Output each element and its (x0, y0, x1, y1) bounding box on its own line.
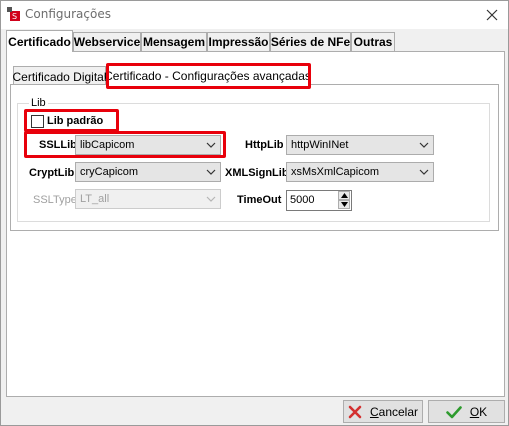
app-icon: S (7, 7, 20, 21)
tab-webservice[interactable]: Webservice (73, 32, 141, 51)
lib-padrao-checkbox[interactable] (31, 115, 44, 128)
chevron-down-icon (419, 142, 429, 148)
timeout-value: 5000 (290, 194, 315, 206)
svg-text:S: S (12, 12, 17, 21)
close-icon (486, 9, 498, 21)
tab-mensagem[interactable]: Mensagem (141, 32, 207, 51)
xmlsignlib-select[interactable]: xsMsXmlCapicom (286, 162, 434, 182)
cryptlib-label: CryptLib (29, 167, 75, 179)
chevron-down-icon (206, 196, 216, 202)
spin-down-button[interactable] (338, 200, 350, 209)
timeout-spinner[interactable]: 5000 (286, 190, 352, 211)
cryptlib-value: cryCapicom (80, 166, 139, 178)
spin-down-icon (340, 202, 348, 207)
tab-certificado[interactable]: Certificado (6, 30, 73, 52)
timeout-label: TimeOut (237, 194, 282, 206)
close-button[interactable] (477, 3, 507, 27)
chevron-down-icon (419, 169, 429, 175)
spin-up-icon (340, 193, 348, 198)
cryptlib-select[interactable]: cryCapicom (75, 162, 221, 182)
tab-outras[interactable]: Outras (351, 32, 395, 51)
httplib-label: HttpLib (245, 139, 284, 151)
ok-label-mnemonic: O (469, 404, 480, 419)
tab-certificado-digital[interactable]: Certificado Digital (12, 66, 107, 86)
ssllib-value: libCapicom (80, 139, 135, 151)
ssllib-select[interactable]: libCapicom (75, 135, 221, 155)
ok-button[interactable]: OK (428, 400, 505, 423)
xmlsignlib-label: XMLSignLib (225, 167, 289, 179)
ssltype-label: SSLType (33, 194, 77, 206)
tab-impressao[interactable]: Impressão (207, 32, 270, 51)
ssltype-select: LT_all (75, 189, 221, 209)
xmlsignlib-value: xsMsXmlCapicom (291, 166, 380, 178)
ok-label-rest: K (479, 404, 488, 419)
ssllib-label: SSLLib (39, 139, 77, 151)
tab-series-nfe[interactable]: Séries de NFe (270, 32, 351, 51)
lib-padrao-label: Lib padrão (47, 115, 104, 127)
title-bar: S Configurações (1, 1, 508, 29)
cancel-x-icon (348, 405, 362, 418)
cancel-label-rest: ancelar (378, 404, 419, 419)
cancel-button[interactable]: Cancelar (343, 400, 423, 423)
configuracoes-window: S Configurações Certificado Webservice M… (0, 0, 509, 426)
ssltype-value: LT_all (80, 193, 110, 205)
chevron-down-icon (206, 169, 216, 175)
httplib-value: httpWinINet (291, 139, 349, 151)
spin-up-button[interactable] (338, 191, 350, 200)
ok-check-icon (446, 405, 462, 418)
chevron-down-icon (206, 142, 216, 148)
window-title: Configurações (25, 7, 111, 21)
tab-certificado-config-avancadas[interactable]: Certificado - Configurações avançadas (104, 64, 311, 86)
cancel-label-mnemonic: C (369, 404, 379, 419)
httplib-select[interactable]: httpWinINet (286, 135, 434, 155)
lib-group-title: Lib (29, 97, 48, 109)
